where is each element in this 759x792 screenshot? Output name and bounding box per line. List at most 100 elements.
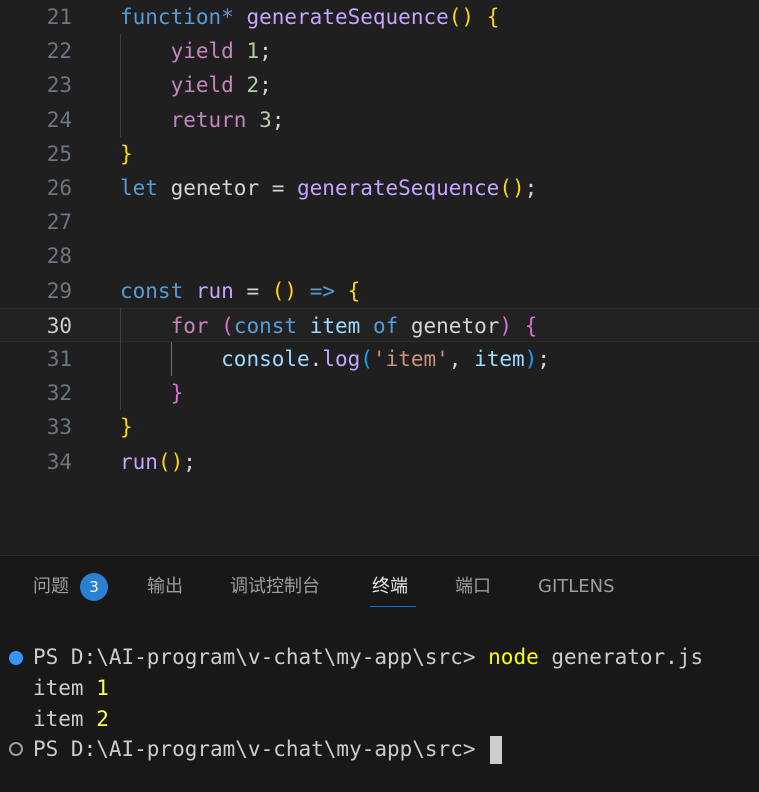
code-token: , <box>448 347 475 371</box>
code-line[interactable]: 31 console.log('item', item); <box>0 342 759 376</box>
code-token: for <box>170 313 209 338</box>
code-token: 2 <box>246 73 260 98</box>
indent-guide <box>120 34 121 137</box>
code-text: return 3; <box>120 103 285 137</box>
code-line[interactable]: 27 <box>0 205 759 239</box>
code-editor[interactable]: 21 function* generateSequence() {22 yield… <box>0 0 759 555</box>
tab-terminal[interactable]: 终端 <box>372 574 408 600</box>
code-text: console.log('item', item); <box>120 342 550 376</box>
code-token: ; <box>259 73 272 98</box>
code-token: 'item' <box>372 347 449 371</box>
line-number: 24 <box>46 107 72 132</box>
code-line[interactable]: 33} <box>0 410 759 444</box>
code-token: = <box>233 278 272 303</box>
code-token: return <box>170 107 247 132</box>
code-token: of <box>372 313 399 338</box>
code-text: yield 2; <box>120 68 272 102</box>
problems-count-badge: 3 <box>80 573 108 601</box>
code-token: ; <box>537 347 550 371</box>
code-text: for (const item of genetor) { <box>120 309 538 343</box>
output-text: item <box>33 676 97 700</box>
code-token: ; <box>259 39 272 64</box>
code-token: () <box>157 449 184 474</box>
line-number: 27 <box>46 210 72 235</box>
line-number: 25 <box>46 141 72 166</box>
code-line[interactable]: 25} <box>0 137 759 171</box>
line-number: 21 <box>46 5 72 29</box>
code-line[interactable]: 24 return 3; <box>0 103 759 137</box>
terminal-command-arg: generator.js <box>538 645 704 669</box>
code-line[interactable]: 22 yield 1; <box>0 34 759 68</box>
code-token: console <box>221 347 310 371</box>
tab-ports[interactable]: 端口 <box>455 574 491 600</box>
terminal-command: node <box>488 645 539 669</box>
code-line[interactable]: 26 let genetor = generateSequence(); <box>0 171 759 205</box>
terminal-line-prompt: PS D:\AI-program\v-chat\my-app\src> <box>33 734 503 765</box>
code-line[interactable]: 28 <box>0 239 759 273</box>
code-text: function* generateSequence() { <box>120 0 499 34</box>
tab-gitlens[interactable]: GITLENS <box>538 574 615 600</box>
code-line[interactable]: 23 yield 2; <box>0 68 759 102</box>
code-token: . <box>309 347 323 371</box>
code-token: log <box>322 347 361 371</box>
line-number: 28 <box>46 244 72 269</box>
command-success-decoration-icon[interactable] <box>9 651 23 665</box>
code-line[interactable]: 21 function* generateSequence() { <box>0 0 759 34</box>
code-token: run <box>120 449 158 474</box>
terminal-prompt: PS D:\AI-program\v-chat\my-app\src> <box>33 737 489 761</box>
terminal-line-command: PS D:\AI-program\v-chat\my-app\src> node… <box>33 642 703 673</box>
line-number: 32 <box>46 381 72 406</box>
code-line[interactable]: 32 } <box>0 376 759 410</box>
code-token: item <box>474 347 525 371</box>
line-number: 30 <box>46 313 72 338</box>
code-token: let <box>120 176 158 200</box>
code-token: ) <box>499 313 513 338</box>
code-token: 3 <box>259 107 272 132</box>
code-token: 1 <box>246 39 260 64</box>
code-token: { <box>524 313 538 338</box>
line-number: 22 <box>46 39 72 64</box>
code-token: ( <box>360 347 373 371</box>
code-token: const <box>233 313 298 338</box>
line-number: 31 <box>46 347 72 371</box>
bottom-panel: 问题 3 输出 调试控制台 终端 端口 GITLENS PS D:\AI-pro… <box>0 555 759 792</box>
code-text: yield 1; <box>120 34 272 68</box>
tab-problems[interactable]: 问题 <box>33 574 69 600</box>
code-token: const <box>120 278 184 303</box>
code-token: function* <box>120 5 234 29</box>
code-token: yield <box>170 73 234 98</box>
code-token: generateSequence <box>246 5 449 29</box>
line-number: 33 <box>46 415 72 440</box>
command-pending-decoration-icon[interactable] <box>9 742 23 756</box>
code-token: } <box>120 415 133 440</box>
code-text: } <box>120 137 133 171</box>
line-number: 34 <box>46 449 72 474</box>
code-token: () <box>271 278 298 303</box>
code-text: } <box>120 376 184 410</box>
code-line[interactable]: 34 run(); <box>0 445 759 479</box>
line-number: 23 <box>46 73 72 98</box>
code-token: () <box>499 176 525 200</box>
code-line[interactable]: 29 const run = () => { <box>0 274 759 308</box>
line-number: 29 <box>46 278 72 303</box>
code-token: => <box>309 278 335 303</box>
output-text: item <box>33 707 97 731</box>
code-line[interactable]: 30 for (const item of genetor) { <box>0 307 759 343</box>
tab-output[interactable]: 输出 <box>147 574 183 600</box>
tab-debug-console[interactable]: 调试控制台 <box>230 574 320 600</box>
output-number: 1 <box>96 676 109 700</box>
